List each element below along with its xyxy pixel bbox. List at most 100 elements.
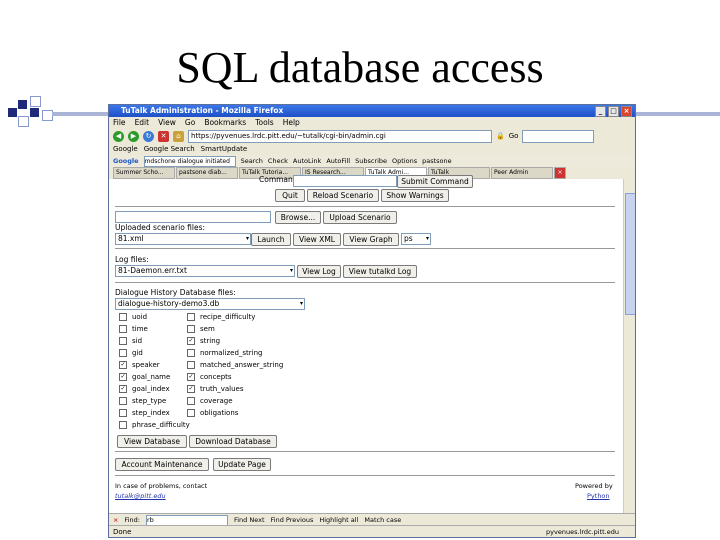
checkbox-box[interactable] xyxy=(187,325,195,333)
close-tab-icon[interactable]: × xyxy=(554,167,566,179)
menu-edit[interactable]: Edit xyxy=(135,117,150,128)
home-icon[interactable]: ⌂ xyxy=(173,130,184,142)
google-search-button[interactable]: Search xyxy=(241,155,263,167)
checkbox-box[interactable]: ✓ xyxy=(119,361,127,369)
dialogue-history-select[interactable]: dialogue-history-demo3.db ▾ xyxy=(115,298,305,310)
bookmark-google-search[interactable]: Google Search xyxy=(144,144,195,155)
checkbox-box[interactable]: ✓ xyxy=(119,385,127,393)
google-user-button[interactable]: pastsone xyxy=(422,155,452,167)
checkbox-box[interactable] xyxy=(119,397,127,405)
checkbox-box[interactable] xyxy=(187,409,195,417)
checkbox-box[interactable]: ✓ xyxy=(187,337,195,345)
checkbox-box[interactable]: ✓ xyxy=(187,373,195,381)
quit-button[interactable]: Quit xyxy=(275,189,305,202)
checkbox-box[interactable] xyxy=(187,397,195,405)
column-phrase-difficulty-checkbox[interactable]: phrase_difficulty xyxy=(119,421,190,429)
menu-file[interactable]: File xyxy=(113,117,126,128)
log-select[interactable]: 81-Daemon.err.txt ▾ xyxy=(115,265,295,277)
minimize-button[interactable]: _ xyxy=(595,106,606,117)
column-matched-answer-string-checkbox[interactable]: matched_answer_string xyxy=(187,361,283,369)
column-goal-name-checkbox[interactable]: ✓ goal_name xyxy=(119,373,170,381)
url-bar[interactable]: https://pyvenues.lrdc.pitt.edu/~tutalk/c… xyxy=(188,129,492,143)
checkbox-box[interactable]: ✓ xyxy=(119,373,127,381)
page-content: Command: Submit Command Quit Reload Scen… xyxy=(109,175,623,513)
launch-button[interactable]: Launch xyxy=(251,233,291,246)
show-warnings-button[interactable]: Show Warnings xyxy=(381,189,449,202)
menu-tools[interactable]: Tools xyxy=(255,117,273,128)
column-string-checkbox[interactable]: ✓ string xyxy=(187,337,220,345)
google-autofill-button[interactable]: AutoFill xyxy=(326,155,350,167)
checkbox-box[interactable] xyxy=(119,409,127,417)
view-log-button[interactable]: View Log xyxy=(297,265,341,278)
scrollbar-thumb[interactable] xyxy=(625,193,635,315)
checkbox-box[interactable] xyxy=(187,361,195,369)
menu-help[interactable]: Help xyxy=(283,117,300,128)
view-graph-button[interactable]: View Graph xyxy=(343,233,399,246)
column-sem-checkbox[interactable]: sem xyxy=(187,325,215,333)
account-maintenance-button[interactable]: Account Maintenance xyxy=(115,458,209,471)
update-page-button[interactable]: Update Page xyxy=(213,458,271,471)
tab-pastsone[interactable]: pastsone diab... xyxy=(176,167,238,179)
command-input[interactable] xyxy=(293,175,397,187)
checkbox-box[interactable] xyxy=(119,325,127,333)
column-truth-values-checkbox[interactable]: ✓ truth_values xyxy=(187,385,244,393)
decor-line-left xyxy=(52,112,108,116)
view-tutalkd-log-button[interactable]: View tutalkd Log xyxy=(343,265,417,278)
checkbox-box[interactable]: ✓ xyxy=(187,385,195,393)
download-database-button[interactable]: Download Database xyxy=(189,435,277,448)
stop-icon[interactable]: ✕ xyxy=(158,130,169,142)
reload-icon[interactable]: ↻ xyxy=(143,130,154,142)
reload-scenario-button[interactable]: Reload Scenario xyxy=(307,189,379,202)
checkbox-label: concepts xyxy=(200,373,232,381)
footer-contact-link[interactable]: tutalk@pitt.edu xyxy=(115,492,166,500)
column-time-checkbox[interactable]: time xyxy=(119,325,148,333)
column-sid-checkbox[interactable]: sid xyxy=(119,337,142,345)
google-subscribe-button[interactable]: Subscribe xyxy=(355,155,387,167)
tab-summer-school[interactable]: Summer Scho... xyxy=(113,167,175,179)
column-uoid-checkbox[interactable]: uoid xyxy=(119,313,147,321)
browse-button[interactable]: Browse... xyxy=(275,211,321,224)
maximize-button[interactable]: □ xyxy=(608,106,619,117)
checkbox-box[interactable] xyxy=(187,349,195,357)
column-obligations-checkbox[interactable]: obligations xyxy=(187,409,238,417)
menu-bookmarks[interactable]: Bookmarks xyxy=(204,117,246,128)
column-recipe-difficulty-checkbox[interactable]: recipe_difficulty xyxy=(187,313,255,321)
go-button[interactable]: Go xyxy=(509,132,519,140)
bookmark-google[interactable]: Google xyxy=(113,144,138,155)
footer-python-link[interactable]: Python xyxy=(587,492,610,500)
google-check-button[interactable]: Check xyxy=(268,155,288,167)
checkbox-box[interactable] xyxy=(119,349,127,357)
close-window-button[interactable]: × xyxy=(621,106,632,117)
column-speaker-checkbox[interactable]: ✓ speaker xyxy=(119,361,160,369)
column-step-type-checkbox[interactable]: step_type xyxy=(119,397,166,405)
google-query-input[interactable]: mdschone dialogue initiated xyxy=(143,155,236,167)
column-coverage-checkbox[interactable]: coverage xyxy=(187,397,233,405)
scenario-select[interactable]: 81.xml ▾ xyxy=(115,233,251,245)
column-step-index-checkbox[interactable]: step_index xyxy=(119,409,170,417)
vertical-scrollbar[interactable] xyxy=(623,179,635,513)
forward-icon[interactable]: ▶ xyxy=(128,130,139,142)
column-concepts-checkbox[interactable]: ✓ concepts xyxy=(187,373,232,381)
column-goal-index-checkbox[interactable]: ✓ goal_index xyxy=(119,385,170,393)
search-box[interactable] xyxy=(522,129,595,143)
tab-peer-admin[interactable]: Peer Admin xyxy=(491,167,553,179)
menu-go[interactable]: Go xyxy=(185,117,195,128)
view-database-button[interactable]: View Database xyxy=(117,435,187,448)
menu-view[interactable]: View xyxy=(158,117,176,128)
checkbox-box[interactable] xyxy=(119,313,127,321)
checkbox-box[interactable] xyxy=(119,421,127,429)
upload-file-input[interactable] xyxy=(115,211,271,223)
graph-format-select[interactable]: ps ▾ xyxy=(401,233,431,245)
google-options-button[interactable]: Options xyxy=(392,155,417,167)
bookmark-smartupdate[interactable]: SmartUpdate xyxy=(201,144,248,155)
checkbox-box[interactable] xyxy=(187,313,195,321)
back-icon[interactable]: ◀ xyxy=(113,130,124,142)
checkbox-box[interactable] xyxy=(119,337,127,345)
column-normalized-string-checkbox[interactable]: normalized_string xyxy=(187,349,263,357)
view-xml-button[interactable]: View XML xyxy=(293,233,341,246)
google-autolink-button[interactable]: AutoLink xyxy=(293,155,321,167)
upload-scenario-button[interactable]: Upload Scenario xyxy=(323,211,397,224)
column-gid-checkbox[interactable]: gid xyxy=(119,349,143,357)
submit-command-button[interactable]: Submit Command xyxy=(397,175,473,188)
decor-square-1 xyxy=(8,108,17,117)
